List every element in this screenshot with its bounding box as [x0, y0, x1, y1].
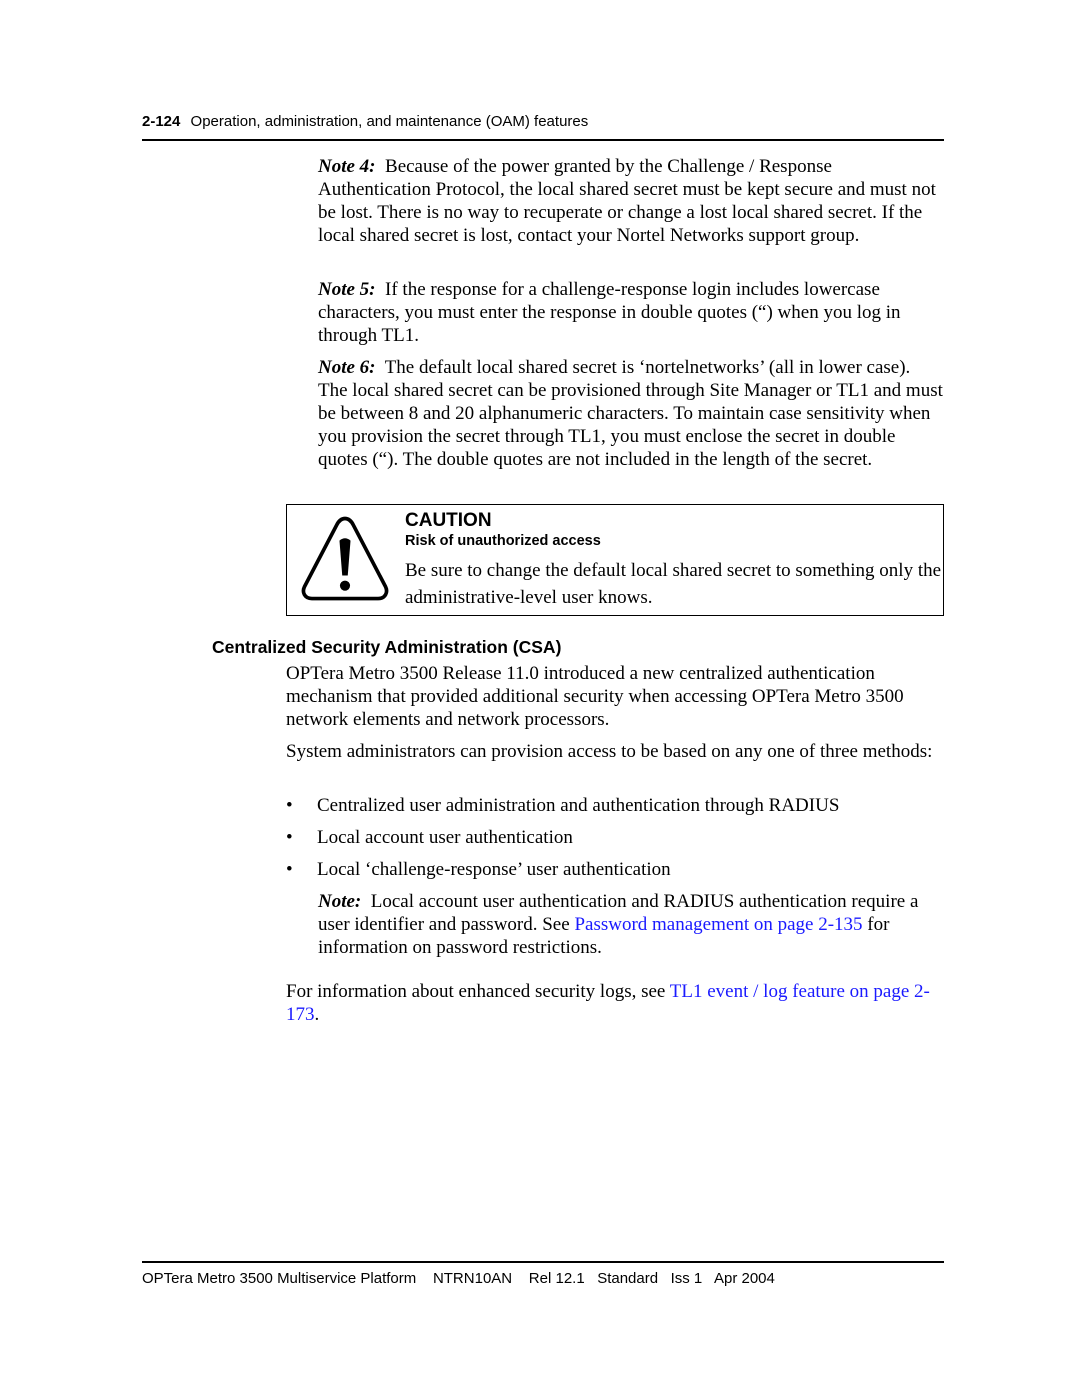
- csa-note: Note: Local account user authentication …: [318, 890, 946, 959]
- list-item: • Local account user authentication: [286, 826, 573, 849]
- warning-triangle-icon: [301, 516, 389, 601]
- note-label: Note 4:: [318, 156, 376, 177]
- note-label: Note 6:: [318, 357, 376, 378]
- list-item-text: Local account user authentication: [317, 827, 573, 848]
- header-section-title: Operation, administration, and maintenan…: [190, 113, 589, 130]
- footer-issue: Iss 1: [670, 1270, 703, 1287]
- footer-doc-id: NTRN10AN: [432, 1270, 513, 1287]
- paragraph-text: .: [314, 1004, 320, 1025]
- paragraph-text: For information about enhanced security …: [286, 981, 670, 1002]
- security-logs-paragraph: For information about enhanced security …: [286, 980, 946, 1026]
- caution-subtitle: Risk of unauthorized access: [405, 533, 601, 549]
- password-management-link[interactable]: Password management on page 2-135: [574, 914, 862, 935]
- note-label: Note:: [318, 891, 362, 912]
- footer-status: Standard: [597, 1270, 659, 1287]
- bullet-icon: •: [286, 795, 293, 816]
- note-label: Note 5:: [318, 279, 376, 300]
- note-text: Because of the power granted by the Chal…: [318, 156, 936, 246]
- page-header: 2-124 Operation, administration, and mai…: [142, 113, 944, 131]
- bullet-icon: •: [286, 859, 293, 880]
- footer-date: Apr 2004: [713, 1270, 775, 1287]
- page-footer: OPTera Metro 3500 Multiservice Platform …: [142, 1270, 775, 1287]
- csa-intro: OPTera Metro 3500 Release 11.0 introduce…: [286, 663, 904, 730]
- note-4: Note 4: Because of the power granted by …: [318, 155, 944, 247]
- list-item: • Local ‘challenge-response’ user authent…: [286, 858, 671, 881]
- list-item-text: Centralized user administration and auth…: [317, 795, 840, 816]
- caution-title: CAUTION: [405, 510, 492, 531]
- note-text: The default local shared secret is ‘nort…: [318, 357, 943, 470]
- bullet-icon: •: [286, 827, 293, 848]
- page-number: 2-124: [142, 113, 181, 130]
- csa-methods-intro: System administrators can provision acce…: [286, 741, 933, 762]
- caution-box: CAUTION Risk of unauthorized access Be s…: [286, 504, 944, 616]
- note-text: If the response for a challenge-response…: [318, 279, 901, 346]
- footer-release: Rel 12.1: [528, 1270, 585, 1287]
- section-heading: Centralized Security Administration (CSA…: [212, 637, 562, 657]
- note-5: Note 5: If the response for a challenge-…: [318, 278, 944, 347]
- list-item: • Centralized user administration and aut…: [286, 794, 839, 817]
- footer-product: OPTera Metro 3500 Multiservice Platform: [142, 1270, 417, 1287]
- caution-body: Be sure to change the default local shar…: [405, 560, 942, 608]
- list-item-text: Local ‘challenge-response’ user authenti…: [317, 859, 671, 880]
- footer-divider: [142, 1261, 944, 1263]
- note-6: Note 6: The default local shared secret …: [318, 356, 944, 471]
- header-divider: [142, 139, 944, 141]
